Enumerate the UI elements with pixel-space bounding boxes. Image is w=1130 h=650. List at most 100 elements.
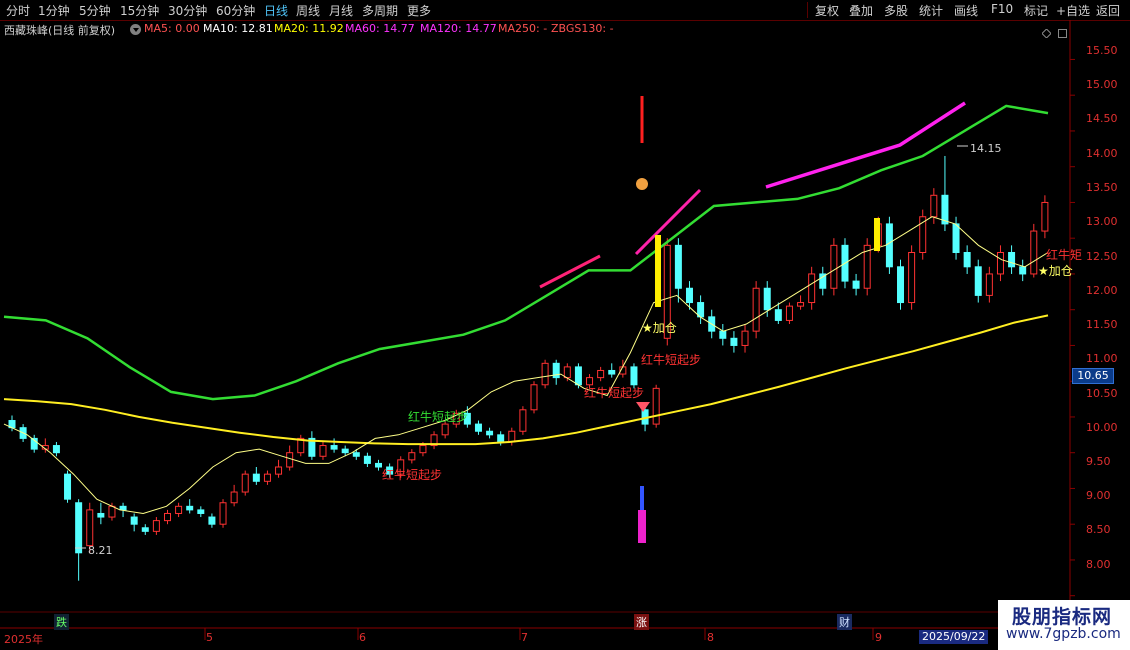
candle-down <box>497 434 505 443</box>
candle-up <box>163 512 171 522</box>
candle-up <box>752 287 760 332</box>
candle-down <box>852 280 860 289</box>
price-tick: 8.00 <box>1086 558 1111 571</box>
candle-up <box>108 505 116 518</box>
finance-marker[interactable]: 财 <box>837 614 852 630</box>
price-tick: 12.00 <box>1086 284 1118 297</box>
signal-label: 红牛短起步 <box>641 353 702 367</box>
price-tick: 11.50 <box>1086 318 1118 331</box>
watermark: 股朋指标网 www.7gpzb.com <box>998 600 1130 650</box>
price-tick: 10.50 <box>1086 387 1118 400</box>
candle-down <box>474 423 482 432</box>
signal-bar-blue <box>640 486 644 510</box>
candle-down <box>963 252 971 268</box>
candle-up <box>785 305 793 321</box>
candle-up <box>563 366 571 379</box>
candle-up <box>996 252 1004 275</box>
candle-down <box>897 266 905 304</box>
signal-label-green: 红牛短起步 <box>408 410 469 424</box>
add-position-label: ★加仓 <box>1038 264 1073 278</box>
candle-down <box>885 223 893 268</box>
candle-up <box>319 445 327 457</box>
candle-up <box>441 423 449 436</box>
fall-marker[interactable]: 跌 <box>54 614 69 630</box>
candle-up <box>652 387 660 425</box>
candle-up <box>985 273 993 296</box>
year-label: 2025年 <box>4 633 43 646</box>
price-tick: 13.00 <box>1086 215 1118 228</box>
price-tick: 15.50 <box>1086 44 1118 57</box>
candle-down <box>486 430 494 436</box>
candle-down <box>75 502 83 554</box>
kline-chart[interactable] <box>0 0 1130 650</box>
candle-down <box>375 462 383 468</box>
watermark-title: 股朋指标网 <box>1012 606 1113 628</box>
bell-icon <box>636 178 648 190</box>
add-position-text: 加仓 <box>652 321 677 335</box>
candle-down <box>1008 252 1016 268</box>
low-price-label: 8.21 <box>88 544 113 557</box>
right-signal-label: 红牛矩 <box>1046 248 1083 262</box>
month-label: 7 <box>521 631 528 644</box>
watermark-url: www.7gpzb.com <box>1006 626 1121 642</box>
candle-up <box>908 252 916 304</box>
candle-down <box>608 369 616 375</box>
candle-down <box>685 287 693 304</box>
square-toggle-icon[interactable] <box>1058 23 1067 38</box>
ma60-highlight <box>765 101 966 189</box>
price-tick: 14.00 <box>1086 147 1118 160</box>
candle-up <box>175 505 183 514</box>
price-tick: 9.00 <box>1086 489 1111 502</box>
candle-up <box>219 502 227 525</box>
candle-down <box>64 473 72 500</box>
candle-up <box>797 302 805 307</box>
candle-down <box>197 509 205 514</box>
price-tick: 10.00 <box>1086 421 1118 434</box>
candle-up <box>1030 230 1038 275</box>
candle-up <box>263 473 271 482</box>
candle-up <box>86 509 94 547</box>
candle-up <box>930 194 938 218</box>
candle-down <box>730 337 738 346</box>
diamond-toggle-icon[interactable] <box>1041 23 1052 39</box>
candle-down <box>208 516 216 525</box>
candle-down <box>52 445 60 454</box>
current-price-tag: 10.65 <box>1072 368 1114 384</box>
price-tick: 15.00 <box>1086 78 1118 91</box>
price-tick: 12.50 <box>1086 250 1118 263</box>
candle-up <box>830 244 838 289</box>
candle-down <box>119 505 127 511</box>
candle-up <box>241 473 249 493</box>
candle-up <box>530 384 538 411</box>
candle-up <box>1041 201 1049 232</box>
month-label: 6 <box>359 631 366 644</box>
signal-bar-magenta <box>638 510 646 543</box>
month-label: 9 <box>875 631 882 644</box>
candle-down <box>674 244 682 289</box>
candle-down <box>719 330 727 339</box>
month-label: 8 <box>707 631 714 644</box>
candle-down <box>1019 266 1027 275</box>
candle-down <box>252 473 260 482</box>
ma60-highlight <box>634 188 702 256</box>
candle-down <box>630 366 638 386</box>
price-tick: 14.50 <box>1086 112 1118 125</box>
candle-up <box>408 452 416 461</box>
high-price-label: 14.15 <box>970 142 1002 155</box>
month-label: 5 <box>206 631 213 644</box>
candle-up <box>275 466 283 475</box>
candle-down <box>774 309 782 321</box>
yellow-volume-bar <box>874 218 880 251</box>
candle-down <box>363 455 371 464</box>
rise-marker[interactable]: 涨 <box>634 614 649 630</box>
candle-up <box>152 520 160 532</box>
price-tick: 8.50 <box>1086 523 1111 536</box>
candle-up <box>741 330 749 346</box>
signal-label: 红牛短起步 <box>382 468 443 482</box>
candle-down <box>97 512 105 518</box>
price-tick: 9.50 <box>1086 455 1111 468</box>
candle-up <box>519 409 527 432</box>
candle-down <box>141 527 149 532</box>
candle-down <box>763 287 771 311</box>
candle-up <box>286 452 294 468</box>
